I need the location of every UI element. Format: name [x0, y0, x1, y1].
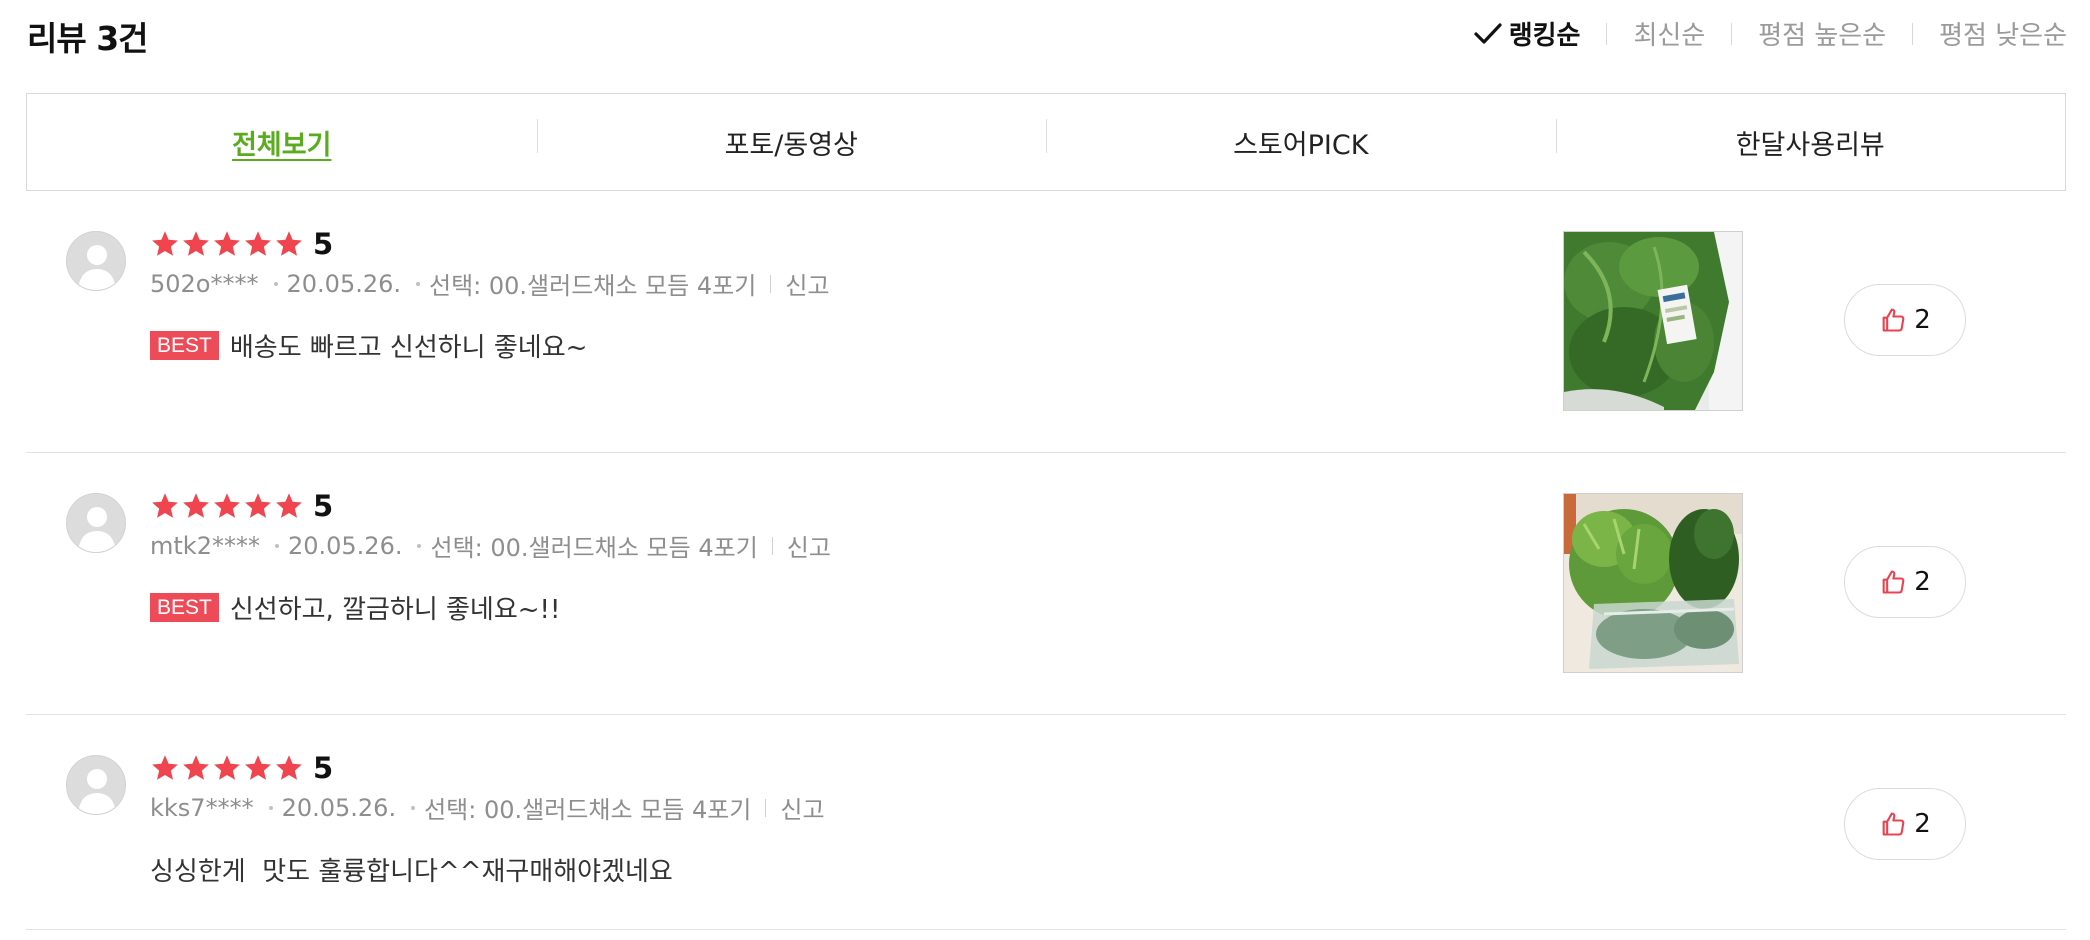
divider — [771, 536, 773, 555]
star-icon — [214, 493, 240, 518]
review-header: 리뷰 3건 랭킹순 최신순 평점 높은순 평점 낮은순 — [27, 0, 2067, 70]
sort-latest[interactable]: 최신순 — [1633, 15, 1705, 52]
separator-dot — [411, 805, 416, 810]
review-date: 20.05.26. — [286, 269, 402, 298]
review-item: 5 kks7**** 20.05.26. 선택: 00.샐러드채소 모듬 4포기… — [26, 715, 2066, 930]
purchase-option: 선택: 00.샐러드채소 모듬 4포기 — [430, 534, 758, 562]
tab-store-pick[interactable]: 스토어PICK — [1046, 118, 1556, 162]
divider — [770, 274, 772, 293]
report-link[interactable]: 신고 — [785, 266, 829, 301]
star-icon — [276, 493, 302, 518]
tab-month-review-label: 한달사용리뷰 — [1735, 129, 1885, 161]
sort-ranking-label: 랭킹순 — [1508, 21, 1581, 51]
reviewer-id: 502o**** — [150, 269, 259, 298]
avatar — [66, 493, 126, 553]
divider — [1912, 22, 1914, 45]
review-content: 싱싱한게 맛도 훌륭합니다^^재구매해야겠네요 — [150, 851, 825, 888]
review-count-title: 리뷰 3건 — [27, 19, 149, 58]
review-meta: 502o**** 20.05.26. 선택: 00.샐러드채소 모듬 4포기 신… — [150, 266, 829, 301]
avatar — [66, 755, 126, 815]
tab-store-pick-label: 스토어PICK — [1233, 129, 1369, 161]
purchase-option: 선택: 00.샐러드채소 모듬 4포기 — [429, 272, 757, 300]
thumbs-up-icon — [1882, 308, 1905, 332]
sort-rating-low[interactable]: 평점 낮은순 — [1939, 15, 2067, 52]
rating-score: 5 — [313, 227, 334, 261]
star-icon — [183, 755, 209, 780]
review-photo[interactable] — [1563, 231, 1743, 411]
purchase-option: 선택: 00.샐러드채소 모듬 4포기 — [424, 796, 752, 824]
star-icon — [276, 755, 302, 780]
star-rating — [150, 229, 305, 259]
separator-dot — [273, 281, 278, 286]
star-rating — [150, 491, 305, 521]
star-icon — [183, 231, 209, 256]
like-count: 2 — [1914, 809, 1931, 839]
star-rating — [150, 753, 305, 783]
like-button[interactable]: 2 — [1844, 546, 1966, 618]
star-icon — [245, 493, 271, 518]
like-button[interactable]: 2 — [1844, 788, 1966, 860]
star-icon — [152, 231, 178, 256]
review-item: 5 502o**** 20.05.26. 선택: 00.샐러드채소 모듬 4포기… — [26, 191, 2066, 453]
rating-score: 5 — [313, 489, 334, 523]
review-text: 싱싱한게 맛도 훌륭합니다^^재구매해야겠네요 — [150, 857, 673, 887]
report-link[interactable]: 신고 — [787, 528, 831, 563]
sort-rating-high[interactable]: 평점 높은순 — [1758, 15, 1886, 52]
separator-dot — [416, 281, 421, 286]
review-content: BEST 배송도 빠르고 신선하니 좋네요~ — [150, 327, 829, 364]
separator-dot — [268, 805, 273, 810]
star-icon — [183, 493, 209, 518]
review-meta: mtk2**** 20.05.26. 선택: 00.샐러드채소 모듬 4포기 신… — [150, 528, 831, 563]
review-item: 5 mtk2**** 20.05.26. 선택: 00.샐러드채소 모듬 4포기… — [26, 453, 2066, 715]
review-date: 20.05.26. — [281, 793, 397, 822]
star-icon — [276, 231, 302, 256]
review-body: 5 502o**** 20.05.26. 선택: 00.샐러드채소 모듬 4포기… — [150, 227, 829, 364]
tab-month-review[interactable]: 한달사용리뷰 — [1555, 118, 2066, 162]
reviewer-id: mtk2**** — [150, 531, 260, 560]
tab-all-label: 전체보기 — [232, 129, 332, 161]
thumbs-up-icon — [1882, 812, 1905, 836]
sort-options: 랭킹순 최신순 평점 높은순 평점 낮은순 — [1473, 15, 2067, 52]
reviewer-id: kks7**** — [150, 793, 254, 822]
star-icon — [245, 231, 271, 256]
sort-ranking[interactable]: 랭킹순 — [1473, 15, 1581, 52]
rating: 5 — [150, 489, 831, 523]
check-icon — [1474, 22, 1502, 44]
divider — [765, 798, 767, 817]
star-icon — [152, 493, 178, 518]
review-date: 20.05.26. — [287, 531, 403, 560]
tab-all[interactable]: 전체보기 — [27, 123, 537, 162]
rating: 5 — [150, 227, 829, 261]
star-icon — [152, 755, 178, 780]
best-badge: BEST — [150, 331, 219, 360]
like-button[interactable]: 2 — [1844, 284, 1966, 356]
best-badge: BEST — [150, 593, 219, 622]
rating: 5 — [150, 751, 825, 785]
like-count: 2 — [1914, 567, 1931, 597]
review-filter-tabs: 전체보기 포토/동영상 스토어PICK 한달사용리뷰 — [26, 93, 2066, 191]
rating-score: 5 — [313, 751, 334, 785]
review-meta: kks7**** 20.05.26. 선택: 00.샐러드채소 모듬 4포기 신… — [150, 790, 825, 825]
divider — [1606, 22, 1608, 45]
star-icon — [214, 755, 240, 780]
thumbs-up-icon — [1882, 570, 1905, 594]
star-icon — [245, 755, 271, 780]
like-count: 2 — [1914, 305, 1931, 335]
separator-dot — [274, 543, 279, 548]
avatar — [66, 231, 126, 291]
review-content: BEST 신선하고, 깔금하니 좋네요~!! — [150, 589, 831, 626]
review-body: 5 kks7**** 20.05.26. 선택: 00.샐러드채소 모듬 4포기… — [150, 751, 825, 888]
review-text: 배송도 빠르고 신선하니 좋네요~ — [229, 333, 588, 363]
tab-photo-video-label: 포토/동영상 — [724, 129, 858, 161]
review-body: 5 mtk2**** 20.05.26. 선택: 00.샐러드채소 모듬 4포기… — [150, 489, 831, 626]
tab-photo-video[interactable]: 포토/동영상 — [536, 118, 1047, 162]
review-photo[interactable] — [1563, 493, 1743, 673]
report-link[interactable]: 신고 — [780, 790, 824, 825]
separator-dot — [417, 543, 422, 548]
review-text: 신선하고, 깔금하니 좋네요~!! — [229, 595, 561, 625]
star-icon — [214, 231, 240, 256]
divider — [1731, 22, 1733, 45]
